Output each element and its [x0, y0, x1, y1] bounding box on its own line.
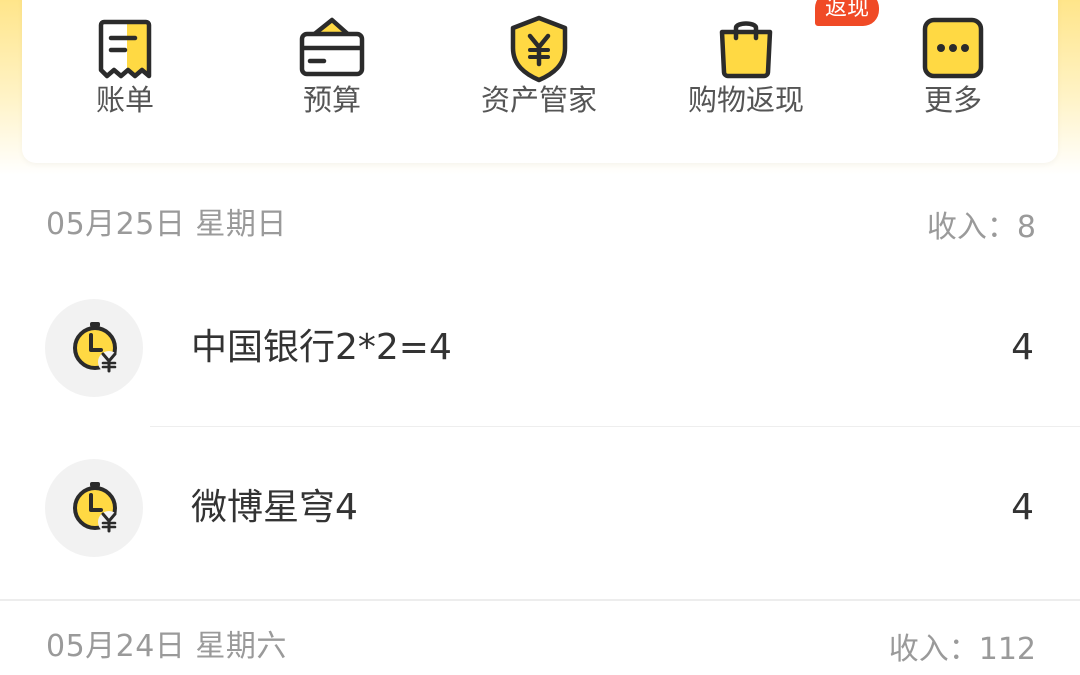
shortcut-budget[interactable]: 预算 — [242, 0, 422, 140]
section-divider — [0, 599, 1080, 601]
shortcut-card: 账单 预算 资产管家 返现 购物返现 更多 — [22, 0, 1058, 163]
record-amount: 4 — [1011, 487, 1034, 528]
wallet-icon — [294, 10, 370, 86]
shortcut-label: 更多 — [923, 83, 982, 117]
day-date: 05月25日 星期日 — [46, 207, 287, 242]
day-income: 收入：112 — [888, 632, 1036, 667]
shopping-bag-icon: 返现 — [708, 0, 880, 86]
day-header: 05月25日 星期日 收入：8 — [0, 200, 1080, 250]
day-income: 收入：8 — [926, 210, 1036, 245]
row-divider — [150, 426, 1080, 427]
record-amount: 4 — [1011, 327, 1034, 368]
day-header: 05月24日 星期六 收入：112 — [0, 622, 1080, 672]
bill-icon — [87, 10, 163, 86]
shield-yen-icon — [501, 10, 577, 86]
shortcut-asset-manager[interactable]: 资产管家 — [449, 0, 629, 140]
record-category-icon — [45, 459, 143, 557]
day-date: 05月24日 星期六 — [46, 629, 287, 664]
shortcut-label: 购物返现 — [687, 83, 804, 117]
shortcut-label: 账单 — [95, 83, 154, 117]
record-row[interactable]: 中国银行2*2=4 4 — [0, 283, 1080, 413]
more-icon — [915, 10, 991, 86]
record-name: 中国银行2*2=4 — [191, 327, 452, 368]
shortcut-label: 资产管家 — [480, 83, 597, 117]
shortcut-label: 预算 — [302, 83, 361, 117]
record-row[interactable]: 微博星穹4 4 — [0, 443, 1080, 573]
shortcut-more[interactable]: 更多 — [863, 0, 1043, 140]
clock-yen-icon — [73, 322, 120, 373]
shortcut-bill[interactable]: 账单 — [35, 0, 215, 140]
clock-yen-icon — [73, 482, 120, 533]
shortcut-shopping-cashback[interactable]: 返现 购物返现 — [656, 0, 880, 140]
record-name: 微博星穹4 — [191, 487, 358, 528]
record-category-icon — [45, 299, 143, 397]
